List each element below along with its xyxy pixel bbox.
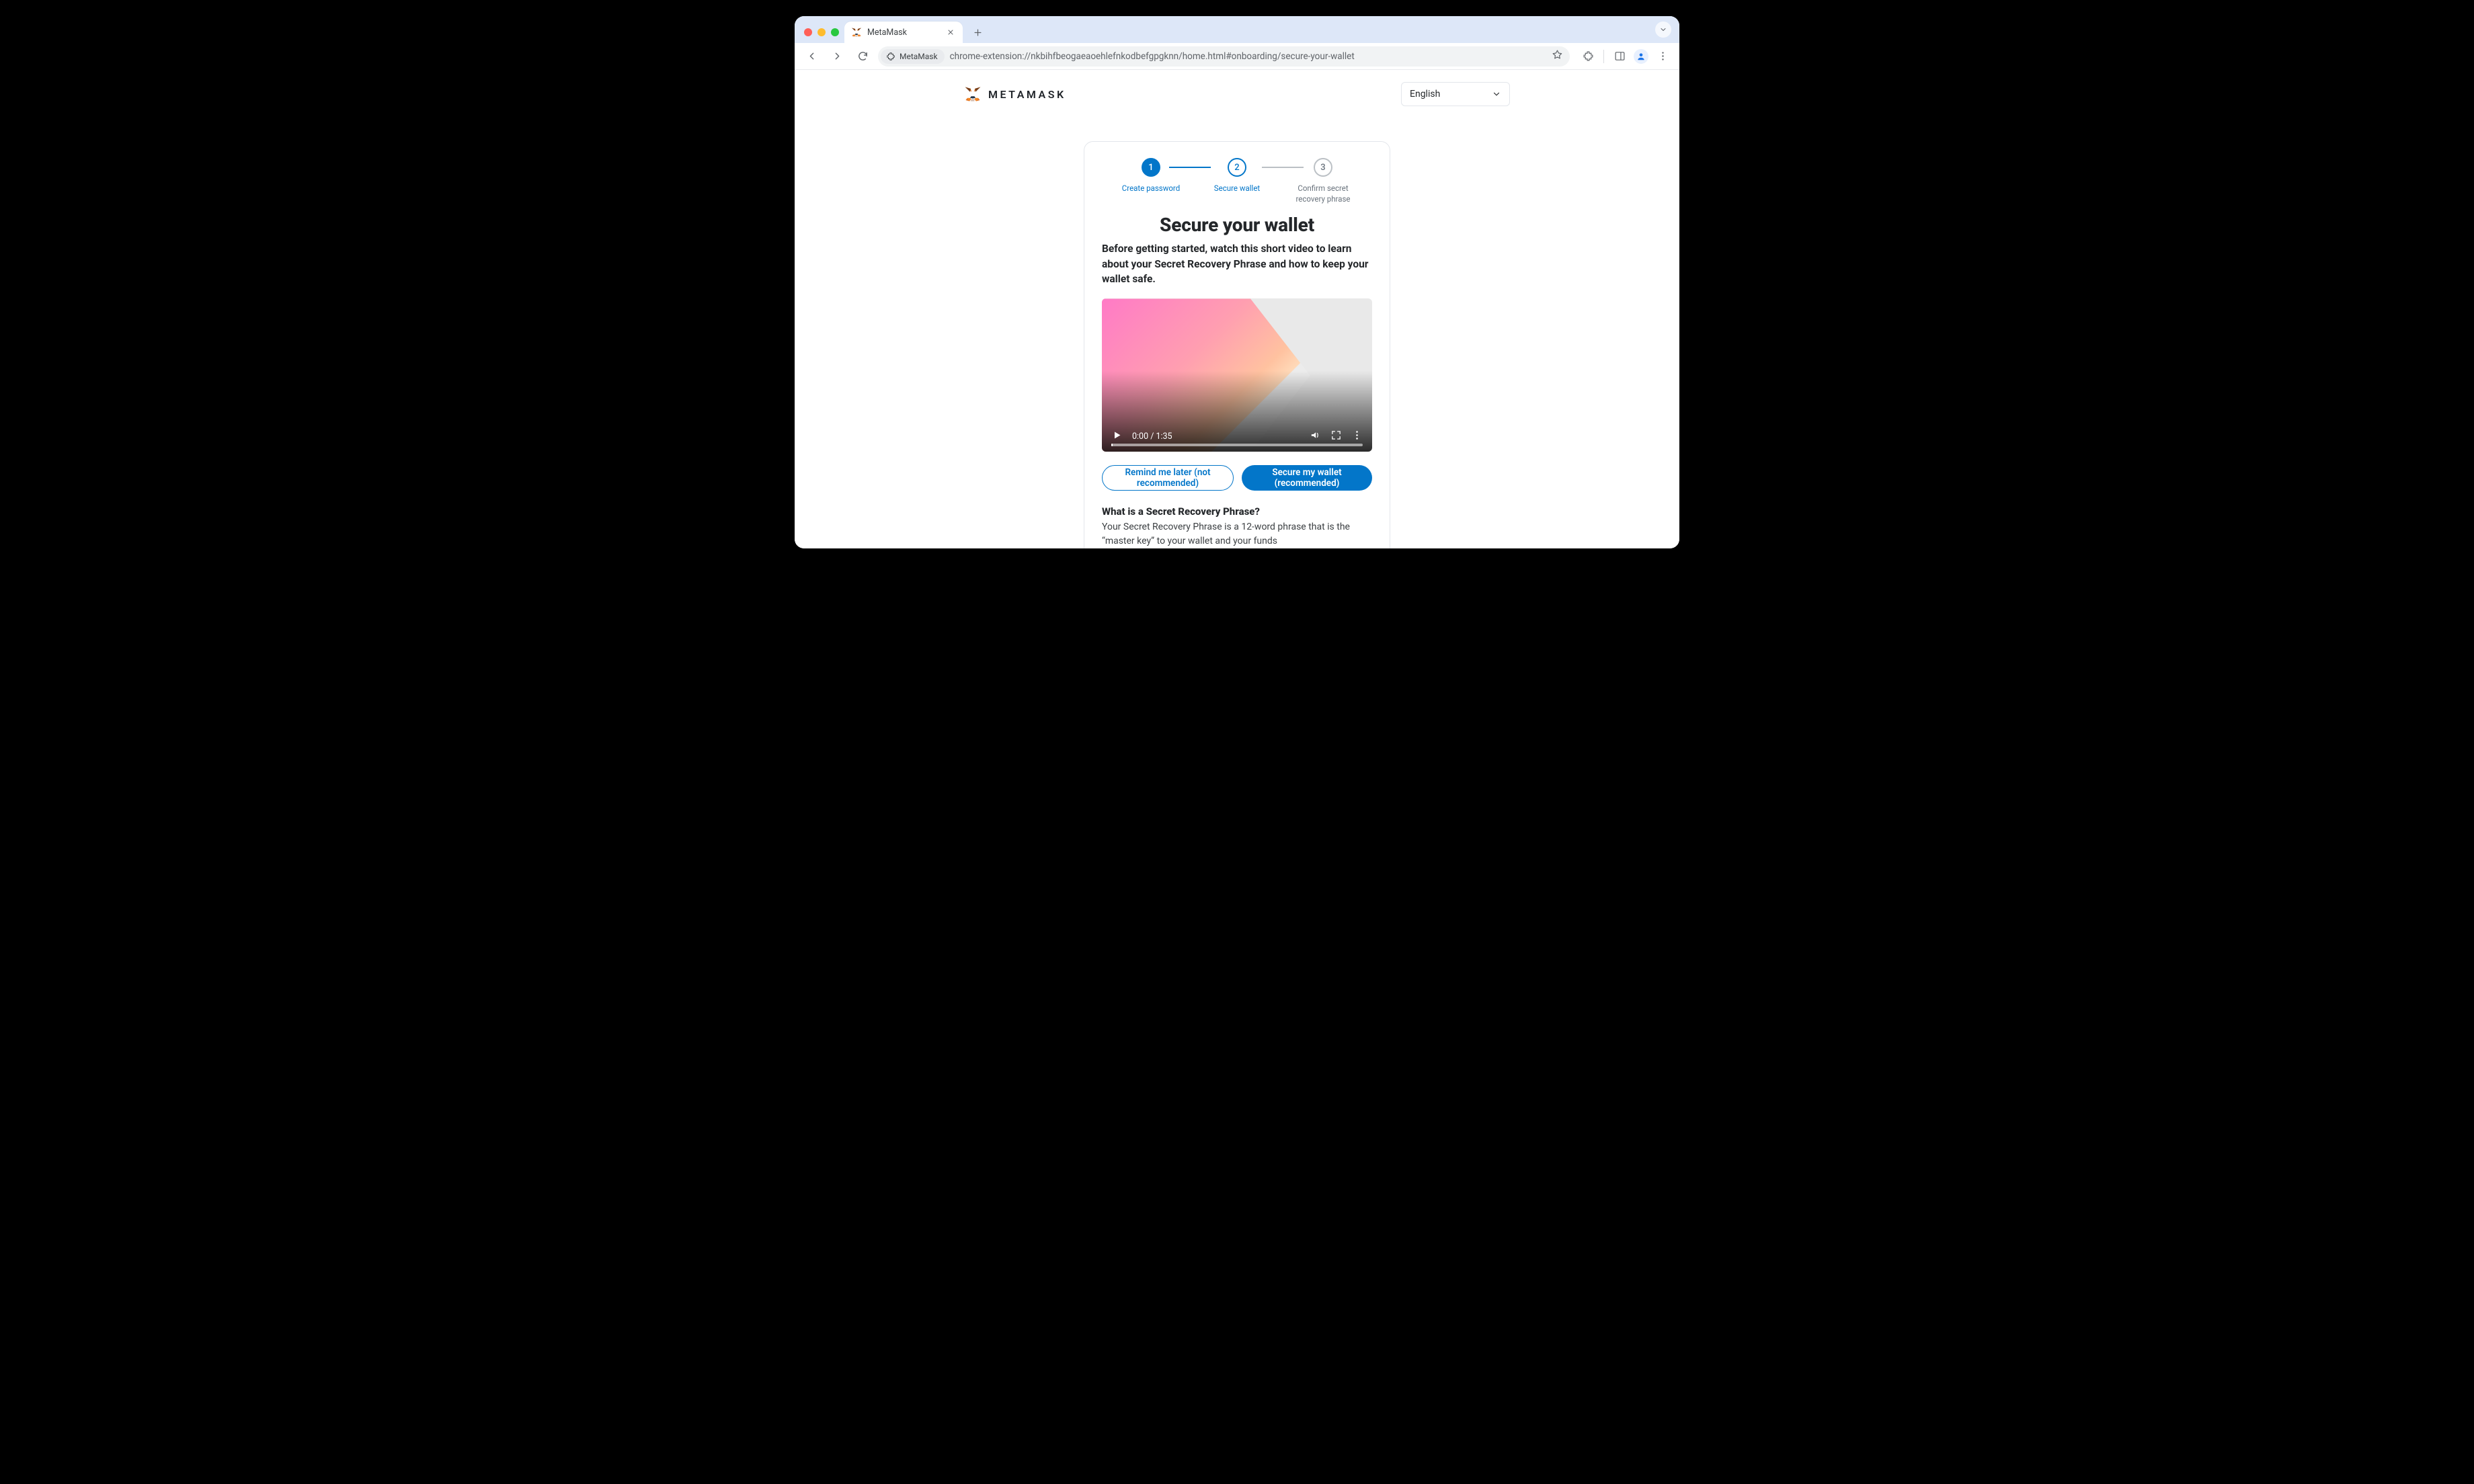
video-controls: 0:00 / 1:35 [1102, 421, 1372, 452]
brand: METAMASK [964, 85, 1066, 103]
tab-title: MetaMask [867, 28, 940, 38]
intro-video[interactable]: 0:00 / 1:35 [1102, 298, 1372, 452]
side-panel-button[interactable] [1609, 46, 1630, 67]
address-bar[interactable]: MetaMask chrome-extension://nkbihfbeogae… [878, 46, 1570, 67]
window-controls [801, 28, 844, 43]
faq-q1-body: Your Secret Recovery Phrase is a 12-word… [1102, 520, 1372, 548]
page-content: METAMASK English 1 Create password [795, 70, 1679, 548]
tab-strip: MetaMask [795, 16, 1679, 43]
back-button[interactable] [801, 46, 822, 67]
profile-avatar-button[interactable] [1634, 49, 1648, 64]
volume-button[interactable] [1310, 429, 1321, 444]
page-title: Secure your wallet [1102, 214, 1372, 236]
extension-chip[interactable]: MetaMask [881, 49, 945, 64]
onboarding-card: 1 Create password 2 Secure wallet 3 Conf… [1084, 141, 1390, 548]
metamask-logo-icon [964, 85, 982, 103]
forward-button[interactable] [827, 46, 847, 67]
browser-toolbar: MetaMask chrome-extension://nkbihfbeogae… [795, 43, 1679, 70]
browser-window: MetaMask [795, 16, 1679, 548]
new-tab-button[interactable] [968, 23, 987, 42]
metamask-favicon-icon [851, 27, 862, 38]
chevron-down-icon [1492, 89, 1501, 99]
video-time: 0:00 / 1:35 [1132, 431, 1172, 442]
remind-later-button[interactable]: Remind me later (not recommended) [1102, 465, 1234, 491]
step-3: 3 Confirm secret recovery phrase [1293, 158, 1353, 204]
bookmark-star-icon[interactable] [1552, 49, 1563, 63]
window-close-button[interactable] [804, 28, 812, 36]
secure-wallet-button[interactable]: Secure my wallet (recommended) [1242, 465, 1372, 491]
video-progress[interactable] [1111, 444, 1363, 446]
browser-tab-active[interactable]: MetaMask [844, 22, 963, 43]
step-2: 2 Secure wallet [1207, 158, 1267, 194]
reload-button[interactable] [852, 46, 873, 67]
window-zoom-button[interactable] [831, 28, 839, 36]
step-3-label: Confirm secret recovery phrase [1293, 183, 1353, 204]
step-3-dot: 3 [1314, 158, 1332, 177]
faq: What is a Secret Recovery Phrase? Your S… [1102, 505, 1372, 548]
lead-text: Before getting started, watch this short… [1102, 241, 1372, 286]
action-row: Remind me later (not recommended) Secure… [1102, 465, 1372, 491]
chrome-menu-button[interactable] [1652, 46, 1673, 67]
language-select[interactable]: English [1401, 82, 1510, 106]
extension-chip-label: MetaMask [900, 52, 938, 61]
step-1-dot: 1 [1142, 158, 1160, 177]
brand-name: METAMASK [988, 88, 1066, 101]
faq-q1-title: What is a Secret Recovery Phrase? [1102, 505, 1372, 518]
step-1: 1 Create password [1121, 158, 1181, 194]
step-2-dot: 2 [1228, 158, 1246, 177]
stepper: 1 Create password 2 Secure wallet 3 Conf… [1121, 158, 1353, 204]
step-1-label: Create password [1122, 183, 1180, 194]
extensions-button[interactable] [1578, 46, 1598, 67]
play-button[interactable] [1111, 429, 1123, 444]
step-2-label: Secure wallet [1214, 183, 1260, 194]
tab-list-button[interactable] [1655, 22, 1671, 38]
toolbar-right [1578, 46, 1673, 67]
language-value: English [1410, 89, 1440, 99]
video-more-button[interactable] [1351, 429, 1363, 444]
window-minimize-button[interactable] [817, 28, 826, 36]
url-text: chrome-extension://nkbihfbeogaeaoehlefnk… [950, 51, 1546, 62]
page-header: METAMASK English [795, 70, 1679, 106]
fullscreen-button[interactable] [1330, 429, 1342, 444]
toolbar-divider [1603, 50, 1604, 63]
tab-close-button[interactable] [945, 27, 956, 38]
